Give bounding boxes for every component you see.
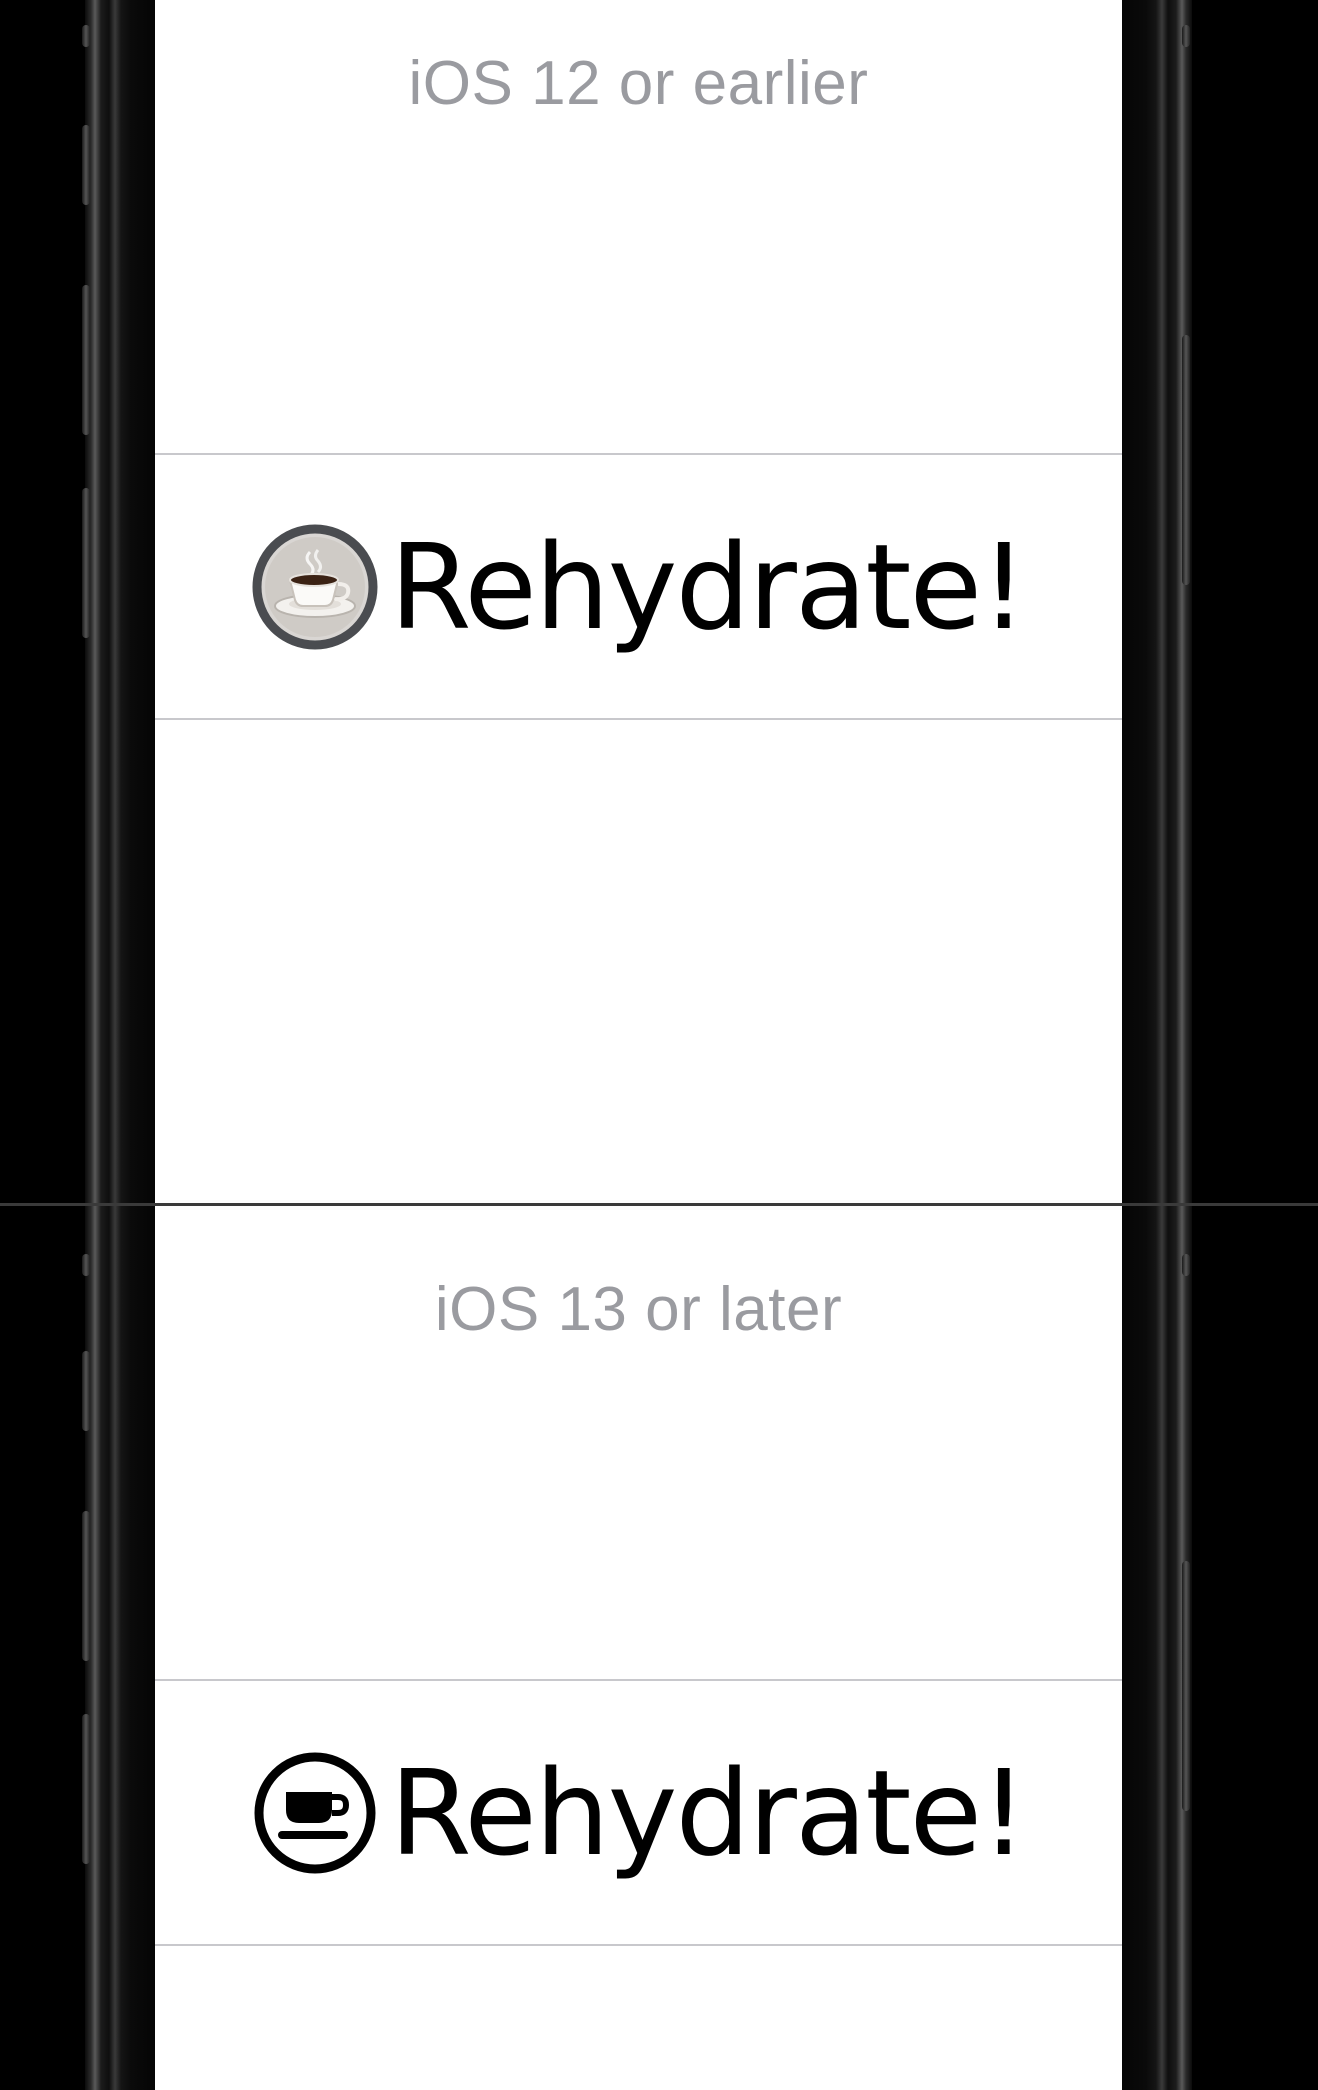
ios12-panel: iOS 12 or earlier Rehydrate! [0, 0, 1318, 1203]
row-divider [155, 1679, 1122, 1681]
device-frame-left [85, 0, 155, 1203]
device-side-button [1182, 1561, 1190, 1811]
rehydrate-button[interactable]: Rehydrate! [155, 456, 1122, 718]
device-side-button [1182, 335, 1190, 585]
coffee-cup-emoji-icon [252, 524, 378, 650]
rehydrate-label: Rehydrate! [389, 518, 1028, 656]
row-divider [155, 1944, 1122, 1946]
device-side-button [1182, 1254, 1190, 1276]
device-side-button [82, 285, 90, 435]
version-label: iOS 13 or later [434, 1275, 843, 1344]
device-side-button [82, 1351, 90, 1431]
device-side-button [82, 1714, 90, 1864]
row-divider [155, 453, 1122, 455]
ios12-screen: iOS 12 or earlier Rehydrate! [155, 0, 1122, 1203]
device-frame-right [1122, 0, 1192, 1203]
device-side-button [82, 1511, 90, 1661]
device-side-button [82, 1254, 90, 1276]
rehydrate-button[interactable]: Rehydrate! [155, 1682, 1122, 1944]
device-side-button [1182, 25, 1190, 47]
device-side-button [82, 125, 90, 205]
device-side-button [82, 25, 90, 47]
cup-and-saucer-symbol-icon [254, 1752, 376, 1874]
device-frame-left [85, 1206, 155, 2090]
row-divider [155, 718, 1122, 720]
version-label: iOS 12 or earlier [408, 49, 869, 118]
rehydrate-label: Rehydrate! [389, 1744, 1028, 1882]
comparison-stage: iOS 12 or earlier Rehydrate! iOS 13 or l… [0, 0, 1318, 2090]
ios13-panel: iOS 13 or later Rehydrate! [0, 1206, 1318, 2090]
device-side-button [82, 488, 90, 638]
ios13-screen: iOS 13 or later Rehydrate! [155, 1206, 1122, 2090]
